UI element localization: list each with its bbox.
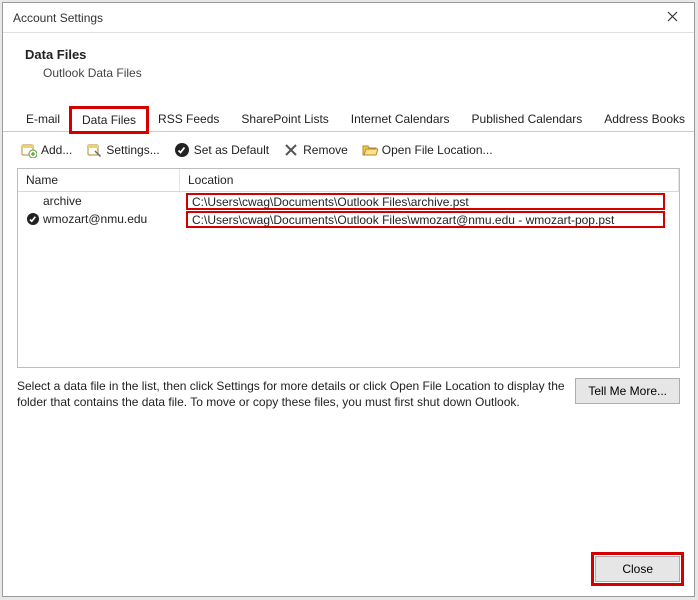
remove-label: Remove [303,143,348,157]
row-location: C:\Users\cwag\Documents\Outlook Files\wm… [186,211,665,228]
tabstrip: E-mail Data Files RSS Feeds SharePoint L… [3,108,694,132]
window-close-button[interactable] [650,3,694,33]
window-title: Account Settings [13,11,103,25]
add-icon [21,142,37,158]
open-file-location-button[interactable]: Open File Location... [358,140,497,160]
column-header-location[interactable]: Location [180,169,679,191]
row-location: C:\Users\cwag\Documents\Outlook Files\ar… [186,193,665,210]
set-default-button[interactable]: Set as Default [170,140,273,160]
set-default-label: Set as Default [194,143,269,157]
tab-rss-feeds[interactable]: RSS Feeds [147,107,230,131]
titlebar: Account Settings [3,3,694,33]
data-files-list: Name Location archive C:\Users\cwag\Docu… [17,168,680,368]
tell-me-more-button[interactable]: Tell Me More... [575,378,680,404]
row-name: wmozart@nmu.edu [43,212,147,226]
toolbar: Add... Settings... Set as Default Remove… [3,132,694,166]
header: Data Files Outlook Data Files [3,33,694,90]
footer: Close [3,546,694,596]
list-header: Name Location [18,169,679,192]
header-title: Data Files [25,47,678,62]
column-header-name[interactable]: Name [18,169,180,191]
default-check-icon [26,212,40,226]
tab-email[interactable]: E-mail [15,107,71,131]
check-circle-icon [174,142,190,158]
folder-open-icon [362,142,378,158]
remove-button[interactable]: Remove [279,140,352,160]
header-subtitle: Outlook Data Files [25,66,678,80]
tab-data-files[interactable]: Data Files [71,108,147,132]
row-location-cell: C:\Users\cwag\Documents\Outlook Files\ar… [180,192,679,211]
help-area: Select a data file in the list, then cli… [3,368,694,410]
settings-button[interactable]: Settings... [82,140,163,160]
tab-internet-calendars[interactable]: Internet Calendars [340,107,461,131]
settings-label: Settings... [106,143,159,157]
open-file-location-label: Open File Location... [382,143,493,157]
row-name-cell: wmozart@nmu.edu [18,211,180,227]
close-icon [667,11,678,25]
list-row[interactable]: wmozart@nmu.edu C:\Users\cwag\Documents\… [18,210,679,228]
remove-icon [283,142,299,158]
close-button[interactable]: Close [595,556,680,582]
add-button[interactable]: Add... [17,140,76,160]
help-text: Select a data file in the list, then cli… [17,378,565,410]
account-settings-window: Account Settings Data Files Outlook Data… [2,2,695,597]
list-row[interactable]: archive C:\Users\cwag\Documents\Outlook … [18,192,679,210]
add-label: Add... [41,143,72,157]
tab-address-books[interactable]: Address Books [593,107,696,131]
row-name: archive [43,194,82,208]
tab-sharepoint-lists[interactable]: SharePoint Lists [230,107,339,131]
settings-icon [86,142,102,158]
tab-published-calendars[interactable]: Published Calendars [461,107,594,131]
row-location-cell: C:\Users\cwag\Documents\Outlook Files\wm… [180,210,679,229]
row-name-cell: archive [18,193,180,209]
